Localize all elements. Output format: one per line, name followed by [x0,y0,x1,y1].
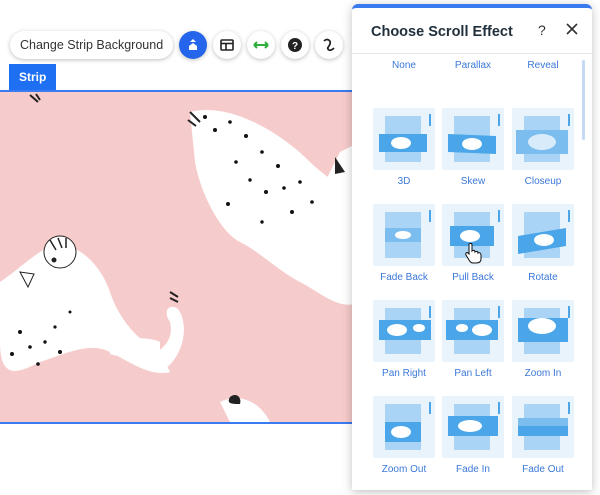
effect-zoom-out-thumb [373,396,435,458]
effect-pan-right-thumb [373,300,435,362]
effect-3d-thumb [373,108,435,170]
effect-skew-thumb [442,108,504,170]
effect-fade-back-thumb [373,204,435,266]
animation-icon[interactable] [315,31,344,59]
hand-cursor-icon [465,242,482,264]
cat-pattern-image [0,93,360,422]
effect-rotate[interactable]: Rotate [508,204,578,294]
change-strip-background-button[interactable]: Change Strip Background [10,31,174,59]
effect-zoom-in[interactable]: Zoom In [508,300,578,390]
panel-title: Choose Scroll Effect [371,24,513,40]
effect-reveal-label: Reveal [527,60,559,71]
svg-text:?: ? [292,41,298,52]
floating-toolbar: Change Strip Background ? [10,30,344,60]
effect-fade-out-thumb [512,396,574,458]
help-icon[interactable]: ? [281,31,310,59]
panel-help-button[interactable]: ? [538,22,546,38]
effect-fade-out[interactable]: Fade Out [508,396,578,486]
effect-closeup-thumb [512,108,574,170]
effect-zoom-in-label: Zoom In [524,368,562,379]
strip-canvas[interactable] [0,90,360,424]
panel-scrollbar[interactable] [582,60,585,140]
stretch-icon[interactable] [247,31,276,59]
panel-header: Choose Scroll Effect ? [352,8,592,54]
scroll-effect-icon[interactable] [179,31,208,59]
layout-icon[interactable] [213,31,242,59]
effect-closeup[interactable]: Closeup [508,108,578,198]
effect-fade-in-thumb [442,396,504,458]
close-icon[interactable] [564,21,580,37]
effect-rotate-label: Rotate [528,272,558,283]
effect-zoom-in-thumb [512,300,574,362]
effect-rotate-thumb [512,204,574,266]
effect-fade-out-label: Fade Out [522,464,564,475]
strip-tag[interactable]: Strip [9,64,57,90]
effect-closeup-label: Closeup [524,176,562,187]
effect-pan-left-thumb [442,300,504,362]
